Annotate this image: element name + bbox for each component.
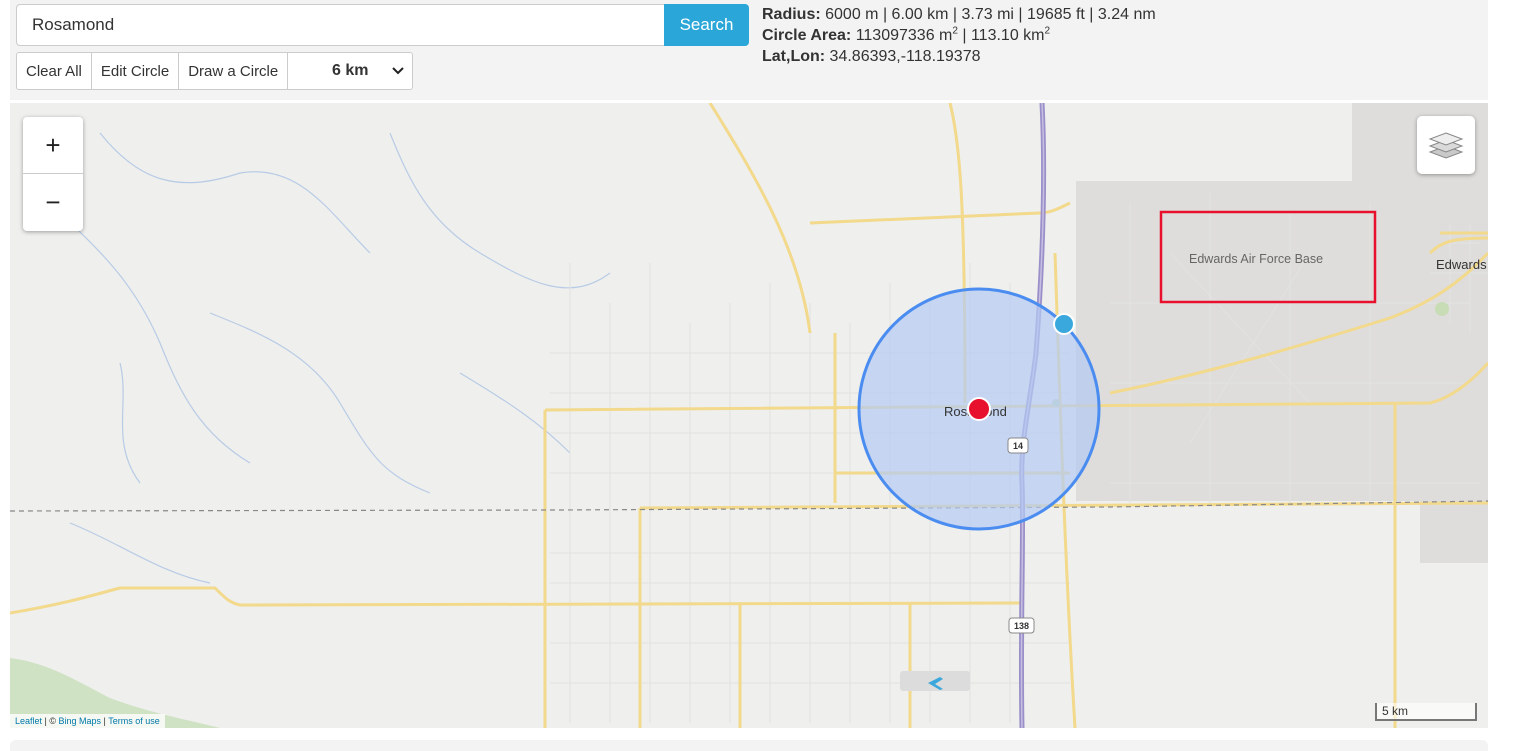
- route-shield-14: 14: [1007, 437, 1029, 454]
- edit-circle-button[interactable]: Edit Circle: [90, 52, 180, 90]
- bottom-panel: [10, 740, 1488, 751]
- circle-toolbar: Clear All Edit Circle Draw a Circle 6 km: [16, 52, 414, 90]
- area-info: Circle Area: 113097336 m2 | 113.10 km2: [762, 25, 1156, 46]
- radius-select-value: 6 km: [332, 62, 369, 79]
- search-button[interactable]: Search: [664, 4, 749, 46]
- search-input[interactable]: [16, 4, 664, 46]
- area-km2-exponent: 2: [1044, 25, 1051, 37]
- park: [1435, 302, 1449, 316]
- latlon-label: Lat,Lon:: [762, 48, 826, 65]
- radius-info: Radius: 6000 m | 6.00 km | 3.73 mi | 196…: [762, 4, 1156, 25]
- latlon-info: Lat,Lon: 34.86393,-118.19378: [762, 46, 1156, 67]
- center-marker[interactable]: [967, 397, 991, 421]
- route-shield-138: 138: [1008, 617, 1035, 634]
- terms-of-use-link[interactable]: Terms of use: [108, 716, 160, 726]
- draw-circle-button[interactable]: Draw a Circle: [178, 52, 289, 90]
- clear-all-button[interactable]: Clear All: [16, 52, 92, 90]
- area-label: Circle Area:: [762, 27, 852, 44]
- attribution-separator: | ©: [42, 716, 59, 726]
- minus-icon: −: [45, 187, 61, 217]
- area-km2: 113.10 km: [970, 27, 1045, 44]
- map-canvas[interactable]: 14 138 Rosamond Edwards Air Force Base E…: [10, 103, 1488, 728]
- area-m2: 113097336 m: [855, 27, 953, 44]
- zoom-control: + −: [23, 117, 83, 231]
- airport-icon: [900, 671, 970, 691]
- radius-value: 6000 m | 6.00 km | 3.73 mi | 19685 ft | …: [825, 6, 1156, 23]
- layers-icon: [1428, 132, 1464, 159]
- circle-info: Radius: 6000 m | 6.00 km | 3.73 mi | 196…: [762, 4, 1156, 67]
- zoom-in-button[interactable]: +: [23, 117, 83, 174]
- leaflet-link[interactable]: Leaflet: [15, 716, 42, 726]
- chevron-down-icon: [392, 67, 404, 75]
- plus-icon: +: [45, 129, 61, 160]
- radius-select[interactable]: 6 km: [287, 52, 414, 90]
- area-separator: |: [957, 27, 971, 44]
- route-14-label: 14: [1013, 441, 1023, 451]
- radius-label: Radius:: [762, 6, 821, 23]
- edwards-label: Edwards: [1436, 257, 1487, 272]
- map-view[interactable]: 14 138 Rosamond Edwards Air Force Base E…: [10, 103, 1488, 728]
- scale-bar: 5 km: [1375, 703, 1477, 721]
- bing-maps-link[interactable]: Bing Maps: [59, 716, 102, 726]
- waterways: [39, 132, 611, 584]
- layers-button[interactable]: [1417, 116, 1475, 174]
- route-138-label: 138: [1014, 621, 1029, 631]
- zoom-out-button[interactable]: −: [23, 174, 83, 231]
- radius-edge-marker[interactable]: [1053, 313, 1075, 335]
- latlon-value: 34.86393,-118.19378: [829, 48, 981, 65]
- air-force-base-label: Edwards Air Force Base: [1189, 252, 1323, 266]
- map-attribution: Leaflet | © Bing Maps | Terms of use: [10, 714, 165, 728]
